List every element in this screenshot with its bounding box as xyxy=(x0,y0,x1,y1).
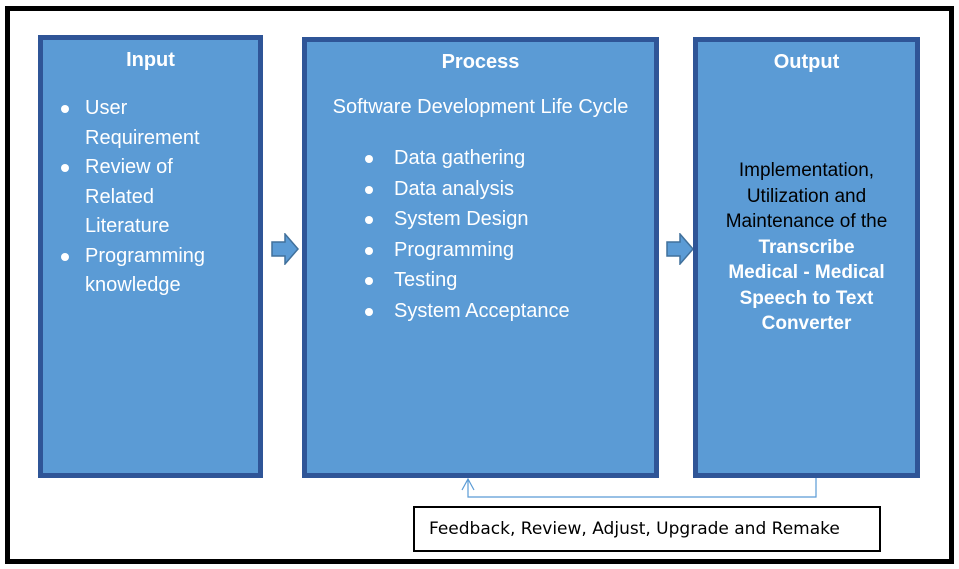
feedback-loop-arrow-icon xyxy=(461,477,817,498)
feedback-box: Feedback, Review, Adjust, Upgrade and Re… xyxy=(413,506,881,552)
feedback-label: Feedback, Review, Adjust, Upgrade and Re… xyxy=(429,519,840,539)
